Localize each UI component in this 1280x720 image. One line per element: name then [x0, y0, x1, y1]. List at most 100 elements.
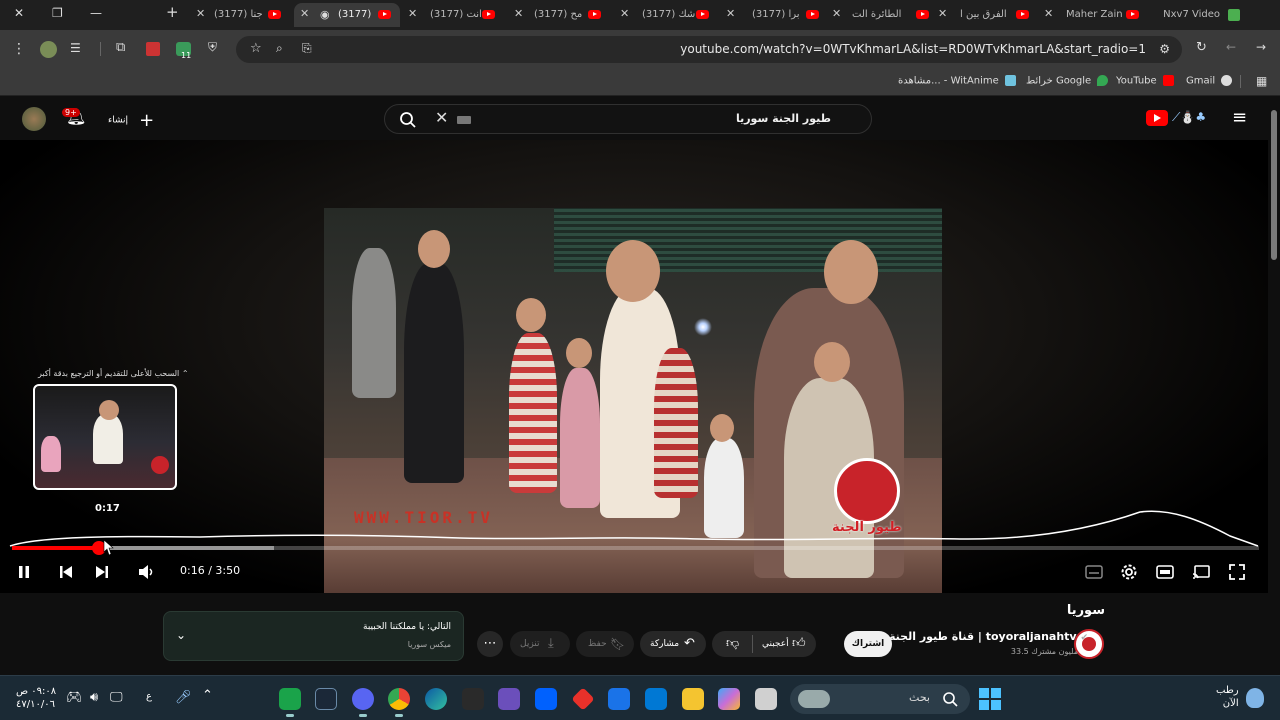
tab-close-icon[interactable]: ✕ — [726, 7, 735, 20]
steam-icon[interactable] — [315, 688, 337, 710]
tab-9[interactable]: ✕ (3177) جنا — [190, 3, 290, 27]
tab-label: Nxv7 Video — [1163, 9, 1220, 20]
copilot-icon[interactable] — [718, 688, 740, 710]
more-menu-icon[interactable]: ⋮ — [12, 41, 26, 57]
more-actions-icon[interactable]: ⋯ — [477, 631, 503, 657]
tab-close-icon[interactable]: ✕ — [620, 7, 629, 20]
dropbox-icon[interactable] — [535, 688, 557, 710]
miniplayer-button[interactable] — [1156, 564, 1174, 580]
scrollbar-thumb[interactable] — [1271, 110, 1277, 260]
file-explorer-icon[interactable] — [682, 688, 704, 710]
download-button[interactable]: تنزيل ⤓ — [510, 631, 570, 657]
tab-close-icon[interactable]: ✕ — [938, 7, 947, 20]
bookmark-star-icon[interactable]: ☆ — [250, 41, 262, 56]
tab-close-icon[interactable]: ✕ — [1044, 7, 1053, 20]
zoom-icon[interactable]: ⌕ — [276, 41, 283, 56]
tab-close-icon[interactable]: ✕ — [408, 7, 417, 20]
forward-icon[interactable]: ← — [1226, 40, 1236, 54]
account-avatar[interactable] — [22, 107, 46, 131]
like-thumb-icon[interactable]: 👍︎ — [792, 631, 806, 657]
bookmark-youtube[interactable]: YouTube — [1116, 75, 1174, 87]
url-text[interactable]: youtube.com/watch?v=0WTvKhmarLA&list=RD0… — [680, 42, 1146, 56]
search-box[interactable]: ✕ طيور الجنة سوريا — [384, 104, 872, 134]
search-icon[interactable] — [399, 111, 417, 129]
install-app-icon[interactable]: ⎘ — [302, 41, 312, 56]
store-icon[interactable] — [645, 688, 667, 710]
tab-4[interactable]: ✕ (3177) برا — [726, 3, 826, 27]
discord-icon[interactable] — [352, 688, 374, 717]
tab-7[interactable]: ✕ (3177) انت — [408, 3, 508, 27]
chevron-down-icon[interactable]: ⌄ — [176, 628, 186, 642]
app-icon[interactable] — [755, 688, 777, 710]
omnibox[interactable]: ☆ ⌕ ⎘ youtube.com/watch?v=0WTvKhmarLA&li… — [236, 36, 1182, 63]
keyboard-icon[interactable] — [457, 116, 471, 124]
all-bookmarks-icon[interactable]: ▦ — [1256, 74, 1267, 88]
share-button[interactable]: مشاركة ↶ — [640, 631, 706, 657]
tab-6[interactable]: ✕ (3177) مح — [514, 3, 614, 27]
tab-3[interactable]: ✕ الطائرة الت — [832, 3, 932, 27]
up-next-card[interactable]: ⌄ التالي: يا مملكتنا الحبيبة ميكس سوريا — [163, 611, 464, 661]
bookmark-witanime[interactable]: مشاهدة... - WitAnime — [898, 75, 1017, 87]
clear-search-icon[interactable]: ✕ — [435, 108, 448, 127]
extension-icon[interactable] — [146, 42, 160, 56]
profile-avatar[interactable] — [40, 41, 57, 58]
save-button[interactable]: حفظ 🔖︎ — [576, 631, 634, 657]
taskbar-search[interactable]: بحث — [790, 684, 970, 714]
taskbar-app-icon[interactable] — [279, 688, 301, 717]
bookmark-maps[interactable]: خرائط Google — [1026, 75, 1109, 87]
network-icon[interactable]: 🖵︎ — [110, 690, 123, 705]
input-language[interactable]: ع — [146, 691, 152, 702]
speaker-icon[interactable]: 🔊︎ — [90, 690, 98, 705]
fullscreen-icon[interactable] — [1228, 563, 1246, 581]
like-label[interactable]: أعجبني — [762, 631, 789, 657]
weather-widget[interactable]: رطب الآن — [1216, 684, 1239, 710]
channel-name[interactable]: قناة طيور الجنة | toyoraljanahtv ✔ — [889, 630, 1088, 643]
shield-icon[interactable]: ⛨ — [208, 40, 217, 55]
window-close-icon[interactable]: ✕ — [14, 6, 24, 20]
cast-icon[interactable] — [1192, 564, 1210, 580]
new-tab-icon[interactable]: + — [166, 3, 179, 21]
previous-button[interactable] — [58, 564, 74, 580]
show-hidden-icons-chevron[interactable]: ⌃ — [202, 688, 213, 703]
tab-close-icon[interactable]: ✕ — [196, 7, 205, 20]
edge-icon[interactable] — [425, 688, 447, 710]
youtube-logo[interactable] — [1146, 110, 1168, 126]
extensions-icon[interactable]: ⧉ — [116, 40, 125, 55]
settings-gear-icon[interactable] — [1120, 563, 1138, 581]
video-player[interactable]: WWW.TIOR.TV طيور الجنة السحب للأعلى للتق… — [0, 140, 1268, 594]
window-restore-icon[interactable]: ❐ — [52, 6, 63, 20]
gamepad-icon[interactable]: 🎮︎ — [66, 690, 83, 705]
hamburger-menu-icon[interactable]: ≡ — [1232, 107, 1247, 128]
mail-icon[interactable] — [608, 688, 630, 710]
tab-close-icon[interactable]: ✕ — [300, 7, 309, 20]
next-button[interactable] — [94, 564, 110, 580]
create-button[interactable]: إنشاء + — [108, 110, 154, 131]
tab-0[interactable]: Nxv7 Video — [1150, 3, 1250, 27]
windows-start-icon[interactable] — [979, 688, 1001, 710]
epic-games-icon[interactable] — [462, 688, 484, 710]
dislike-button[interactable]: 👎︎ — [726, 631, 739, 657]
tab-1[interactable]: ✕ Maher Zain — [1044, 3, 1144, 27]
media-controls-icon[interactable]: ☰ — [70, 41, 81, 55]
subtitles-button[interactable] — [1085, 564, 1103, 580]
site-info-icon[interactable]: ⚙ — [1159, 42, 1170, 56]
tab-5[interactable]: ✕ (3177) شك — [620, 3, 720, 27]
bookmark-gmail[interactable]: Gmail — [1186, 75, 1233, 87]
microphone-icon[interactable]: 🎤︎ — [175, 690, 192, 705]
page-scrollbar[interactable] — [1268, 98, 1280, 675]
tab-close-icon[interactable]: ✕ — [832, 7, 841, 20]
search-query[interactable]: طيور الجنة سوريا — [736, 112, 831, 125]
tab-2[interactable]: ✕ الفرق بين ا — [938, 3, 1038, 27]
chrome-icon[interactable] — [388, 688, 410, 717]
app-icon[interactable] — [498, 688, 520, 710]
pause-button[interactable] — [16, 564, 32, 580]
volume-button[interactable] — [138, 564, 154, 580]
tab-8-active[interactable]: ✕ ◉ (3177) — [294, 3, 400, 27]
tab-close-icon[interactable]: ✕ — [514, 7, 523, 20]
window-minimize-icon[interactable]: — — [90, 6, 102, 20]
reload-icon[interactable]: ↻ — [1196, 40, 1207, 55]
app-icon[interactable] — [571, 687, 595, 711]
subscribe-button[interactable]: اشتراك — [844, 631, 892, 657]
clock[interactable]: ٠٩:٠٨ ص ٤٧/١٠/٠٦ — [16, 685, 56, 711]
back-icon[interactable]: → — [1256, 40, 1266, 54]
